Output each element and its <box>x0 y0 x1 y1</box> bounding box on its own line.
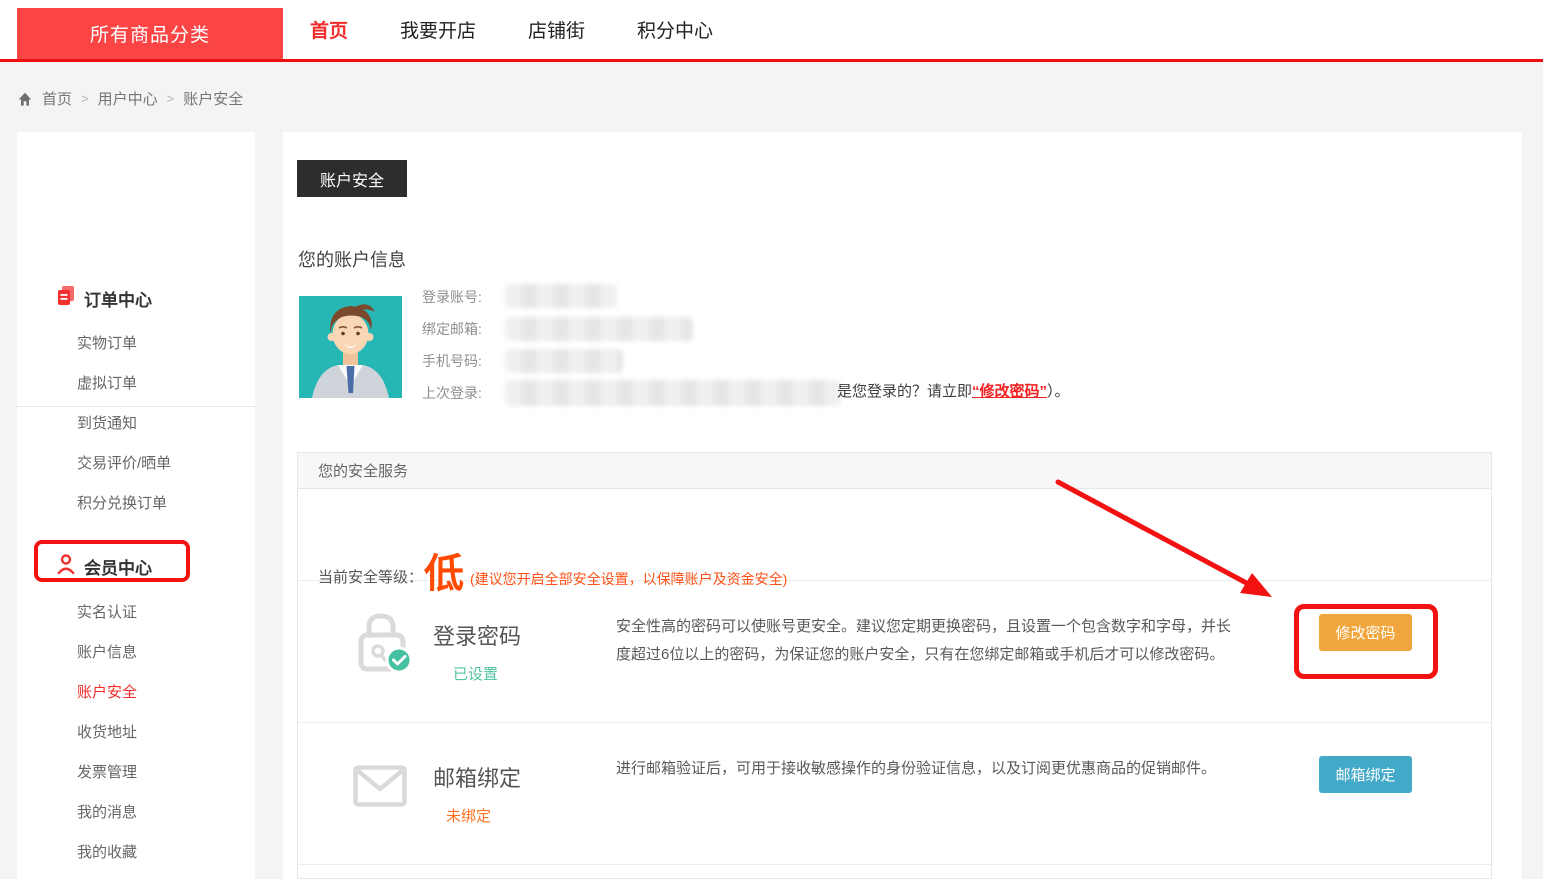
sidebar: 订单中心 实物订单 虚拟订单 到货通知 交易评价/晒单 积分兑换订单 会员中心 … <box>17 132 255 879</box>
sidebar-section-order-center: 订单中心 <box>57 287 152 309</box>
sidebar-item-reviews[interactable]: 交易评价/晒单 <box>77 453 171 475</box>
security-services-header: 您的安全服务 <box>298 453 1491 489</box>
nav-item-open-shop[interactable]: 我要开店 <box>400 16 476 43</box>
breadcrumb-home[interactable]: 首页 <box>42 88 72 109</box>
login-account-value-redacted <box>505 284 617 308</box>
nav-item-points-center[interactable]: 积分中心 <box>637 16 713 43</box>
breadcrumb-separator: > <box>81 91 89 106</box>
mobile-number-label: 手机号码: <box>422 351 482 371</box>
sidebar-item-account-info[interactable]: 账户信息 <box>77 642 137 664</box>
page-title-badge: 账户安全 <box>297 160 407 197</box>
security-services-title: 您的安全服务 <box>318 460 408 481</box>
main-content-panel: 账户安全 您的账户信息 登录账号: 绑定邮箱: 手机号码: 上次登录: 是您登录 <box>283 132 1522 879</box>
sidebar-item-invoice-management[interactable]: 发票管理 <box>77 762 137 784</box>
sidebar-item-points-orders[interactable]: 积分兑换订单 <box>77 493 167 515</box>
lock-icon <box>353 609 415 680</box>
security-services-box: 您的安全服务 当前安全等级： 低 (建议您开启全部安全设置，以保障账户及资金安全… <box>297 452 1492 879</box>
login-account-label: 登录账号: <box>422 287 482 307</box>
sidebar-item-my-favorites[interactable]: 我的收藏 <box>77 842 137 864</box>
nav-item-shop-street[interactable]: 店铺街 <box>528 16 585 43</box>
email-binding-button[interactable]: 邮箱绑定 <box>1319 756 1412 793</box>
home-icon <box>17 91 33 107</box>
sidebar-item-virtual-orders[interactable]: 虚拟订单 <box>77 373 137 395</box>
account-info-title: 您的账户信息 <box>298 246 406 272</box>
sidebar-item-shipping-address[interactable]: 收货地址 <box>77 722 137 744</box>
sidebar-divider <box>17 406 255 407</box>
service-name-login-password: 登录密码 <box>433 619 521 651</box>
service-row-email-binding: 邮箱绑定 未绑定 进行邮箱验证后，可用于接收敏感操作的身份验证信息，以及订阅更优… <box>298 723 1491 865</box>
mail-icon <box>353 765 407 812</box>
security-level-row: 当前安全等级： 低 (建议您开启全部安全设置，以保障账户及资金安全) <box>298 489 1491 581</box>
breadcrumb-user-center[interactable]: 用户中心 <box>98 88 158 109</box>
last-login-note: 是您登录的？请立即“修改密码”）。 <box>837 380 1070 401</box>
order-icon <box>57 286 75 311</box>
email-binding-status: 未绑定 <box>446 805 491 826</box>
service-name-email-binding: 邮箱绑定 <box>433 761 521 793</box>
sidebar-item-physical-orders[interactable]: 实物订单 <box>77 333 137 355</box>
sidebar-item-my-messages[interactable]: 我的消息 <box>77 802 137 824</box>
avatar <box>299 296 402 398</box>
bound-email-label: 绑定邮箱: <box>422 319 482 339</box>
mobile-number-value-redacted <box>505 349 623 373</box>
change-password-button[interactable]: 修改密码 <box>1319 614 1412 651</box>
breadcrumb-separator: > <box>167 91 175 106</box>
breadcrumb: 首页 > 用户中心 > 账户安全 <box>17 88 243 109</box>
nav-item-home[interactable]: 首页 <box>310 16 348 43</box>
last-login-label: 上次登录: <box>422 383 482 403</box>
sidebar-item-account-security[interactable]: 账户安全 <box>77 682 137 704</box>
sidebar-item-real-name-auth[interactable]: 实名认证 <box>77 602 137 624</box>
last-login-note-suffix: ）。 <box>1047 383 1070 400</box>
change-password-link[interactable]: “修改密码” <box>972 383 1047 400</box>
breadcrumb-account-security: 账户安全 <box>183 88 243 109</box>
all-categories-button[interactable]: 所有商品分类 <box>17 8 283 59</box>
bound-email-value-redacted <box>505 317 693 341</box>
main-nav: 首页 我要开店 店铺街 积分中心 <box>310 0 713 59</box>
sidebar-section-title: 订单中心 <box>84 286 152 311</box>
member-icon <box>57 554 75 579</box>
last-login-note-prefix: 是您登录的？请立即 <box>837 383 972 400</box>
last-login-value-redacted <box>505 380 841 406</box>
sidebar-section-title: 会员中心 <box>84 554 152 579</box>
service-row-login-password: 登录密码 已设置 安全性高的密码可以使账号更安全。建议您定期更换密码，且设置一个… <box>298 581 1491 723</box>
login-password-status: 已设置 <box>453 663 498 684</box>
sidebar-section-member-center: 会员中心 <box>57 555 152 577</box>
login-password-description: 安全性高的密码可以使账号更安全。建议您定期更换密码，且设置一个包含数字和字母，并… <box>616 613 1231 669</box>
sidebar-item-arrival-notice[interactable]: 到货通知 <box>77 413 137 435</box>
email-binding-description: 进行邮箱验证后，可用于接收敏感操作的身份验证信息，以及订阅更优惠商品的促销邮件。 <box>616 755 1231 783</box>
